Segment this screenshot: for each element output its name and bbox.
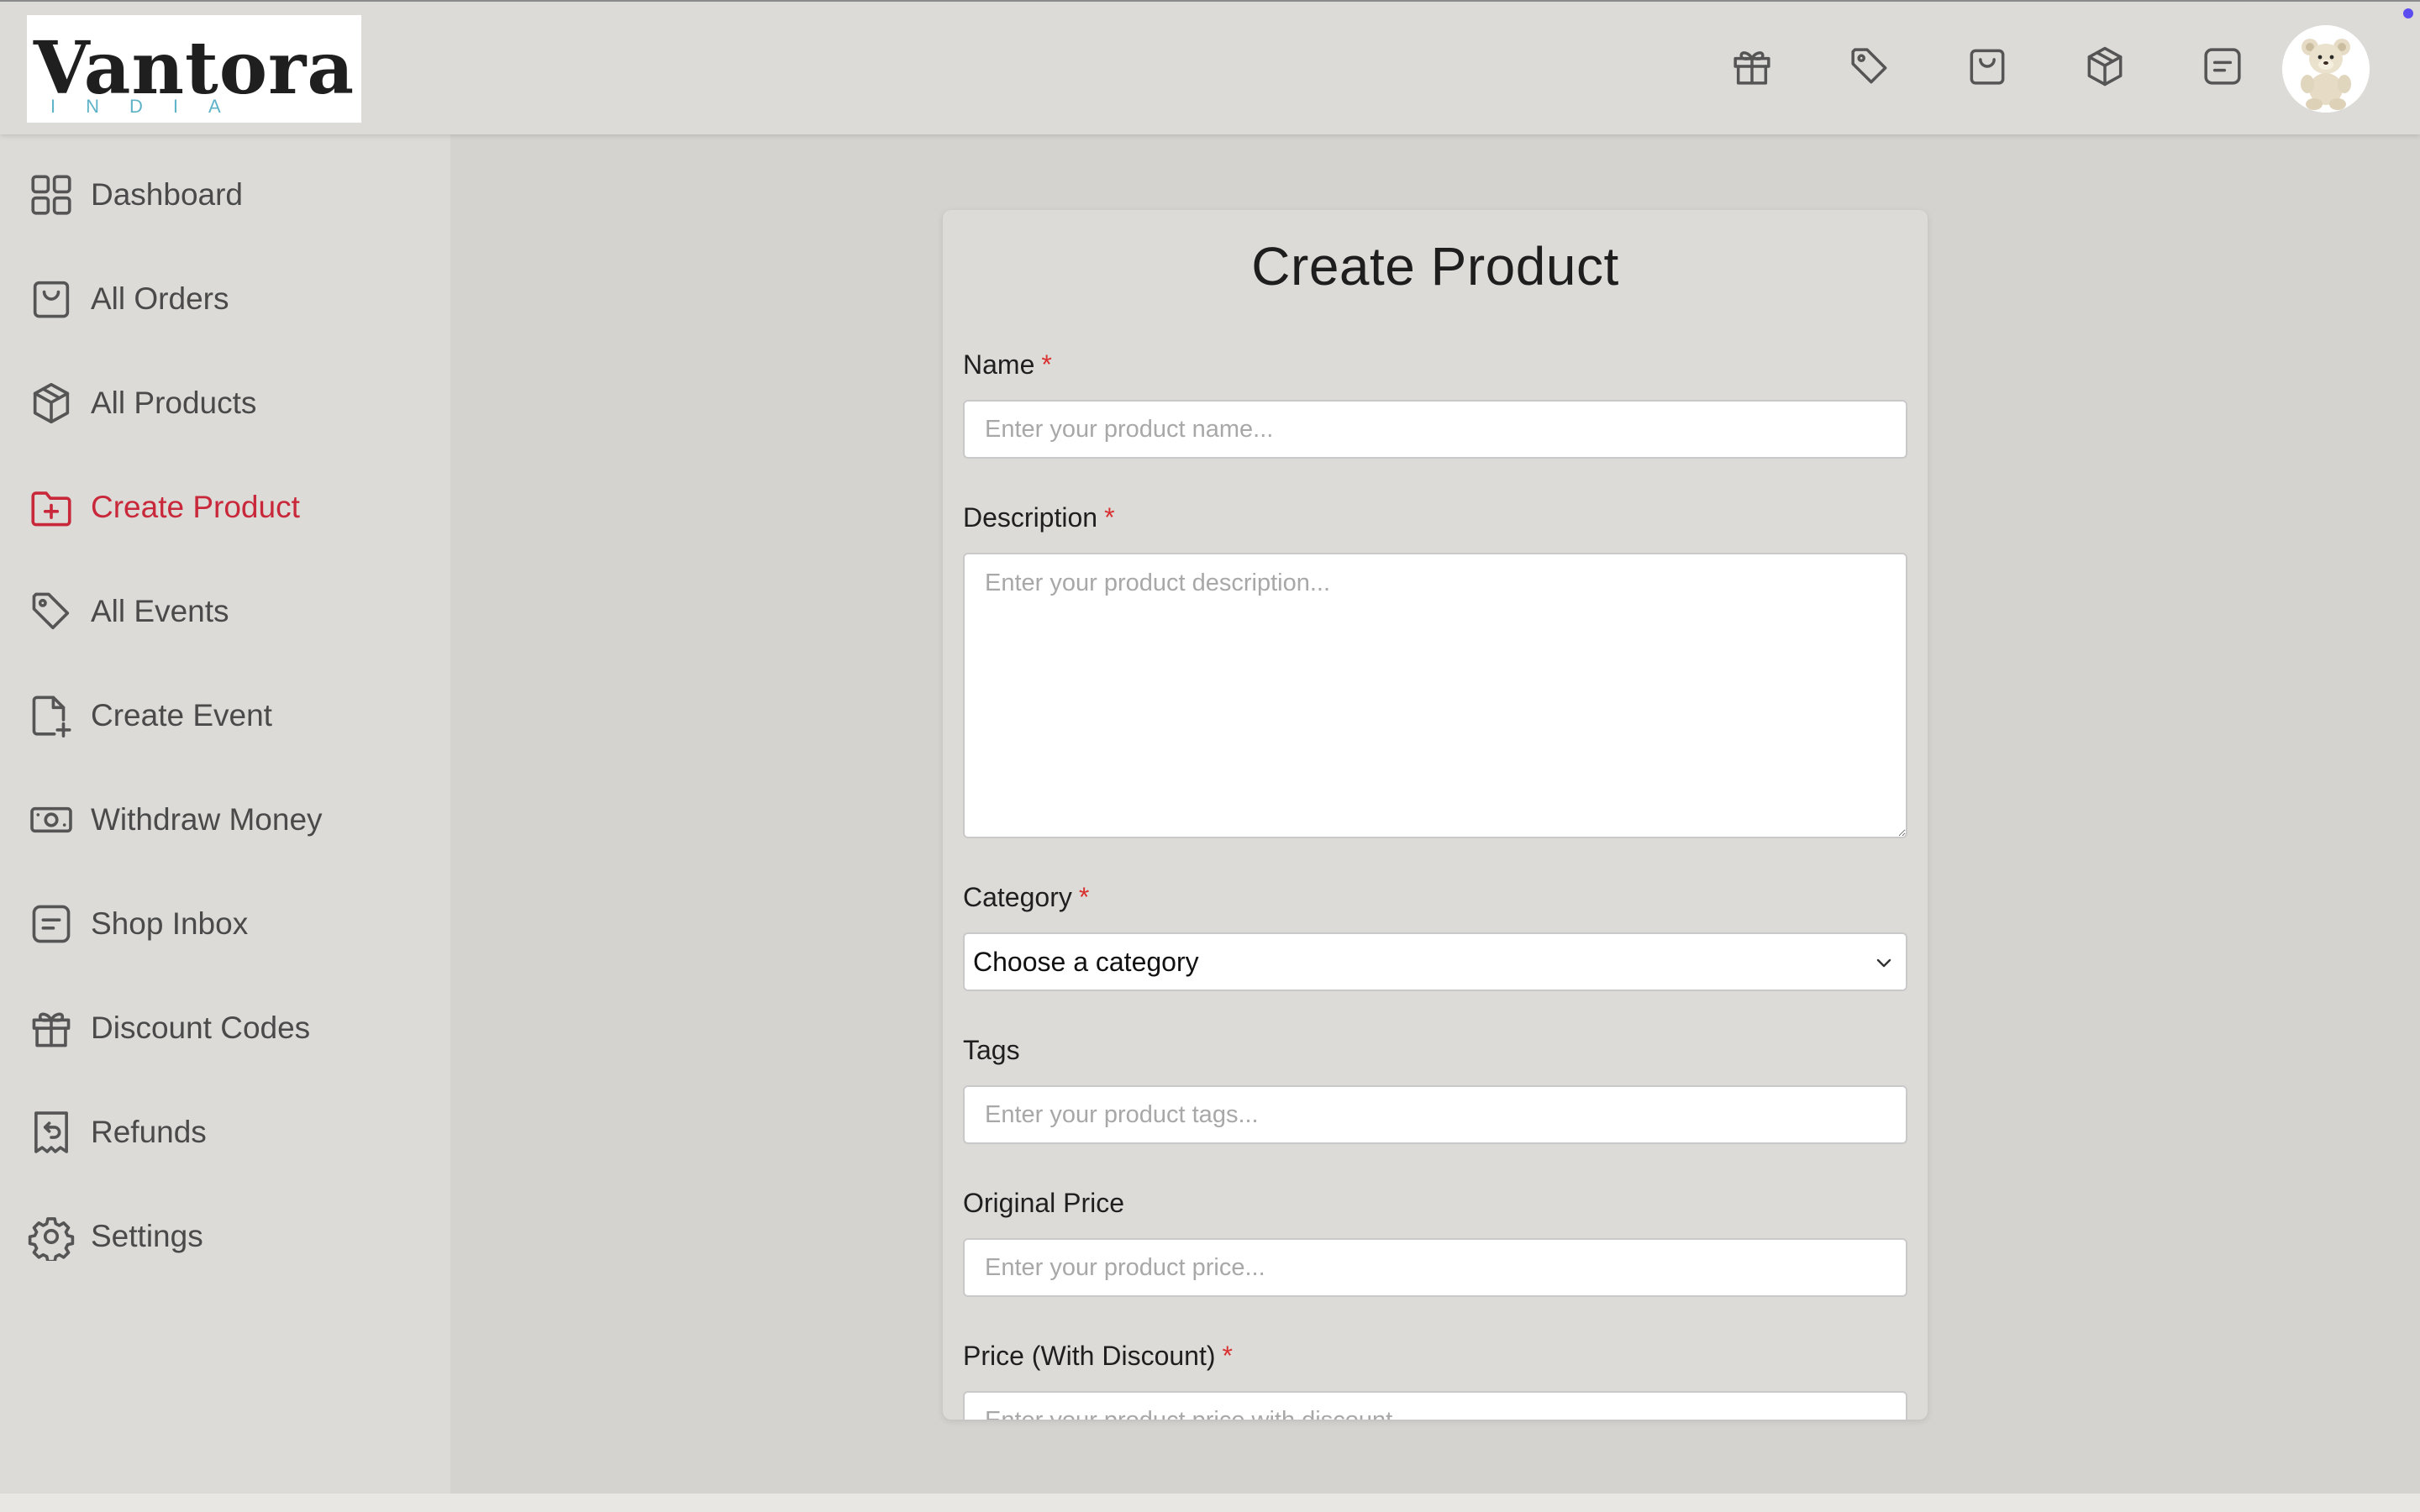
discount-codes-shortcut-button[interactable]: [1726, 40, 1778, 92]
discount-price-input[interactable]: [963, 1391, 1907, 1420]
sidebar-item-withdraw-money[interactable]: Withdraw Money: [0, 778, 450, 862]
sidebar-item-shop-inbox[interactable]: Shop Inbox: [0, 882, 450, 966]
teddy-bear-icon: [2282, 25, 2370, 113]
inbox-shortcut-button[interactable]: [2196, 40, 2249, 92]
original-price-input[interactable]: [963, 1238, 1907, 1297]
name-label: Name *: [963, 349, 1052, 381]
create-product-form: Create Product Name* Description* Catego…: [943, 210, 1928, 1420]
sidebar-item-all-products[interactable]: All Products: [0, 361, 450, 445]
package-icon: [27, 379, 76, 428]
sidebar-item-label: All Products: [91, 386, 257, 420]
sidebar-item-dashboard[interactable]: Dashboard: [0, 153, 450, 237]
shopping-bag-icon: [1970, 49, 2005, 85]
orders-shortcut-button[interactable]: [1961, 40, 2013, 92]
sidebar-item-settings[interactable]: Settings: [0, 1194, 450, 1278]
sidebar-item-label: Settings: [91, 1219, 203, 1253]
required-marker: *: [1104, 502, 1115, 533]
top-bar: Vantora INDIA: [0, 0, 2420, 134]
original-price-label: Original Price: [963, 1188, 1124, 1219]
sidebar-item-label: Dashboard: [91, 177, 244, 212]
tag-icon: [1851, 48, 1887, 84]
discount-price-label: Price (With Discount) *: [963, 1341, 1233, 1372]
cash-icon: [27, 795, 76, 844]
receipt-refund-icon: [27, 1108, 76, 1157]
sidebar-item-create-event[interactable]: Create Event: [0, 674, 450, 758]
category-select[interactable]: Choose a category: [963, 932, 1907, 991]
sidebar-item-label: Withdraw Money: [91, 802, 323, 837]
category-selected-value: Choose a category: [973, 946, 1199, 977]
product-tags-input[interactable]: [963, 1085, 1907, 1144]
file-plus-icon: [27, 691, 76, 740]
sidebar-item-label: All Orders: [91, 281, 229, 316]
logo-wordmark: Vantora: [33, 26, 355, 111]
category-label-text: Category: [963, 882, 1072, 912]
sidebar-item-all-orders[interactable]: All Orders: [0, 257, 450, 341]
name-label-text: Name: [963, 349, 1035, 380]
required-marker: *: [1078, 882, 1090, 912]
sidebar-item-label: Create Event: [91, 698, 272, 732]
product-description-textarea[interactable]: [963, 553, 1907, 838]
profile-avatar[interactable]: [2282, 25, 2370, 113]
category-label: Category *: [963, 882, 1089, 913]
folder-plus-icon: [27, 483, 76, 532]
package-icon: [2087, 46, 2123, 87]
gear-icon: [27, 1212, 76, 1263]
discount-price-label-text: Price (With Discount): [963, 1341, 1216, 1371]
notification-dot: [2403, 8, 2413, 18]
chevron-down-icon: [1876, 958, 1891, 968]
required-marker: *: [1041, 349, 1052, 380]
events-shortcut-button[interactable]: [1844, 40, 1896, 92]
message-icon: [27, 900, 76, 948]
sidebar-item-label: Refunds: [91, 1115, 207, 1149]
bottom-edge: [0, 1494, 2420, 1512]
products-shortcut-button[interactable]: [2079, 40, 2131, 92]
sidebar-item-label: All Events: [91, 594, 229, 628]
sidebar-item-refunds[interactable]: Refunds: [0, 1090, 450, 1174]
tags-label-text: Tags: [963, 1035, 1020, 1065]
sidebar-item-label: Discount Codes: [91, 1011, 311, 1045]
tag-icon: [27, 587, 76, 636]
required-marker: *: [1222, 1341, 1233, 1371]
sidebar-item-label: Shop Inbox: [91, 906, 249, 941]
message-icon: [2204, 48, 2241, 85]
sidebar-item-label: Create Product: [91, 490, 300, 524]
gift-icon: [1733, 51, 1770, 85]
description-label: Description *: [963, 502, 1115, 533]
grid-icon: [27, 171, 76, 219]
sidebar-item-discount-codes[interactable]: Discount Codes: [0, 986, 450, 1070]
original-price-label-text: Original Price: [963, 1188, 1125, 1218]
logo-subtitle: INDIA: [50, 96, 251, 117]
gift-icon: [27, 1004, 76, 1053]
brand-logo[interactable]: Vantora INDIA: [27, 15, 361, 123]
tags-label: Tags: [963, 1035, 1020, 1066]
page-title: Create Product: [1251, 236, 1619, 297]
sidebar-item-create-product[interactable]: Create Product: [0, 465, 450, 549]
sidebar-item-all-events[interactable]: All Events: [0, 570, 450, 654]
product-name-input[interactable]: [963, 400, 1907, 459]
description-label-text: Description: [963, 502, 1098, 533]
sidebar: Dashboard All Orders All Products Create…: [0, 134, 450, 1494]
shopping-bag-icon: [27, 275, 76, 323]
